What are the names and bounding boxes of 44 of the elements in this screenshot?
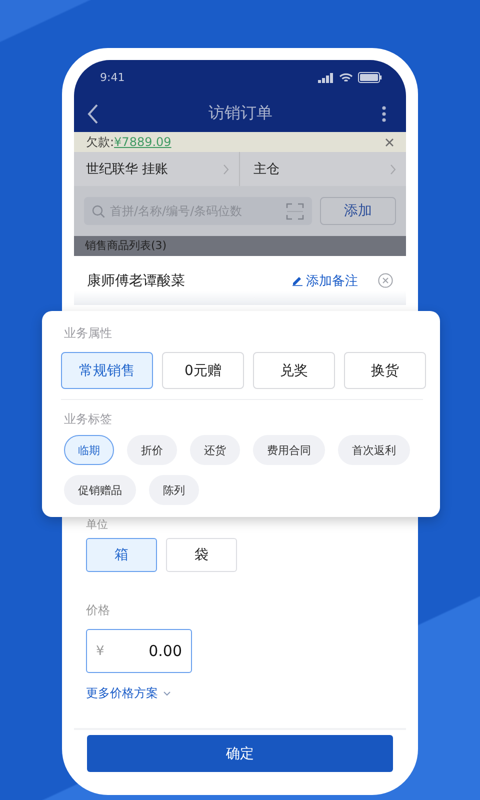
tag-chip[interactable]: 临期 — [64, 435, 114, 465]
status-time: 9:41 — [100, 71, 125, 84]
price-label: 价格 — [86, 602, 110, 619]
product-name: 康师傅老谭酸菜 — [87, 272, 186, 290]
attribute-option[interactable]: 兑奖 — [253, 352, 335, 389]
selector-text: 主仓 — [254, 161, 280, 178]
pencil-icon — [292, 275, 303, 286]
price-field[interactable]: ¥ 0.00 — [86, 629, 192, 673]
more-icon[interactable] — [382, 106, 386, 122]
back-icon[interactable] — [87, 104, 99, 124]
chevron-right-icon — [222, 164, 228, 174]
search-icon — [92, 204, 105, 218]
scan-icon[interactable] — [286, 202, 304, 220]
attribute-option[interactable]: 常规销售 — [61, 352, 153, 389]
attribute-option[interactable]: 0元赠 — [162, 352, 244, 389]
tag-chip[interactable]: 促销赠品 — [64, 475, 136, 505]
attribute-option[interactable]: 换货 — [344, 352, 426, 389]
signal-icon — [318, 72, 334, 82]
unit-option[interactable]: 袋 — [166, 538, 237, 572]
unit-option[interactable]: 箱 — [86, 538, 157, 572]
unit-label: 单位 — [86, 517, 108, 532]
tag-chip[interactable]: 折价 — [127, 435, 177, 465]
chevron-right-icon — [390, 164, 396, 174]
wifi-icon — [339, 72, 353, 82]
add-button[interactable]: 添加 — [320, 197, 396, 225]
more-prices-link[interactable]: 更多价格方案 — [86, 685, 171, 702]
page-title: 访销订单 — [208, 103, 272, 124]
price-value: 0.00 — [148, 642, 182, 660]
section-label: 业务属性 — [63, 325, 113, 342]
battery-icon — [358, 72, 382, 83]
selector-row[interactable]: 世纪联华 挂账 — [74, 152, 238, 186]
selector-text: 世纪联华 挂账 — [86, 161, 168, 178]
chevron-down-icon — [163, 691, 171, 696]
tag-chip[interactable]: 费用合同 — [253, 435, 325, 465]
tag-chip[interactable]: 还货 — [190, 435, 240, 465]
currency-symbol: ¥ — [96, 644, 104, 658]
debt-label: 欠款: — [86, 134, 114, 150]
close-icon[interactable] — [385, 138, 394, 146]
section-label: 业务标签 — [63, 411, 113, 428]
tag-chip[interactable]: 首次返利 — [338, 435, 410, 465]
add-note-link[interactable]: 添加备注 — [292, 272, 358, 290]
close-circle-icon[interactable] — [378, 273, 393, 288]
confirm-button[interactable]: 确定 — [87, 735, 393, 772]
tag-chip[interactable]: 陈列 — [149, 475, 199, 505]
